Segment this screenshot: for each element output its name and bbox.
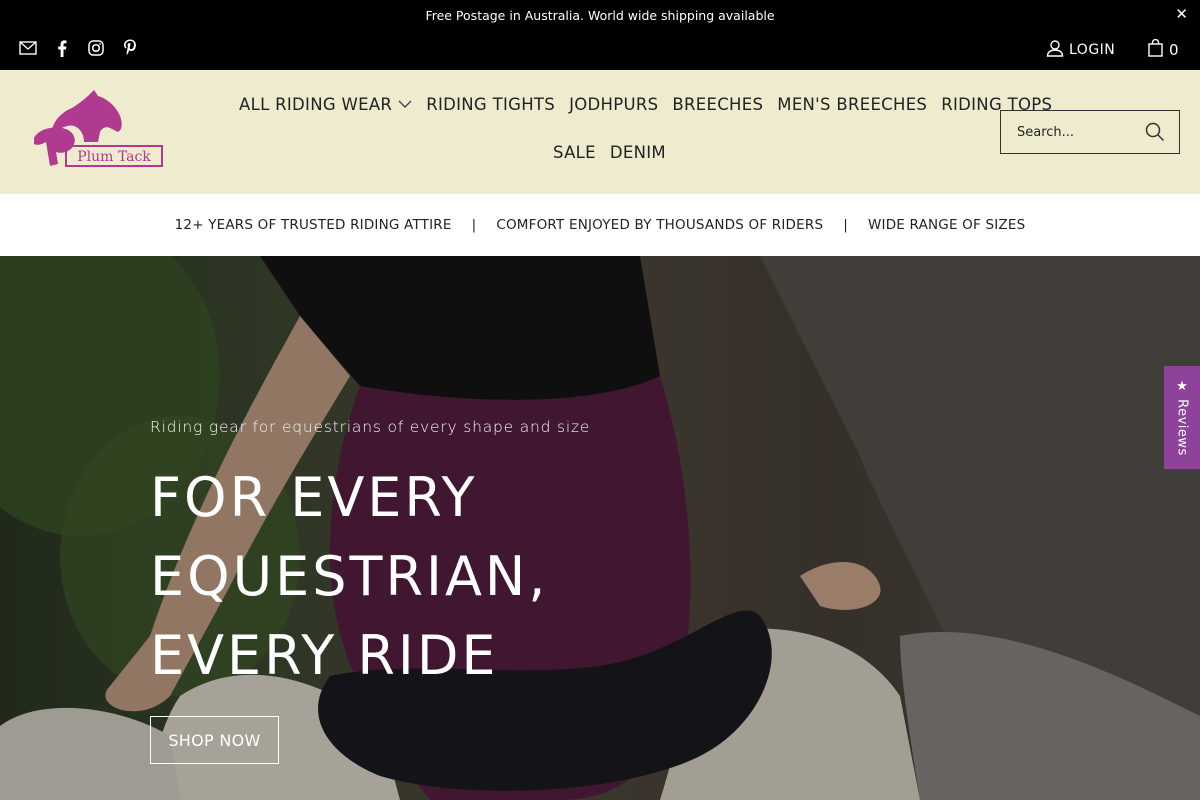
hero-title-line: EQUESTRIAN, bbox=[150, 545, 549, 608]
nav-label: JODHPURS bbox=[569, 95, 659, 114]
plum-tack-logo[interactable]: Plum Tack bbox=[28, 90, 168, 172]
cart-count: 0 bbox=[1169, 41, 1179, 59]
utility-bar: LOGIN 0 bbox=[0, 30, 1200, 70]
site-header: Plum Tack ALL RIDING WEAR RIDING TIGHTS … bbox=[0, 70, 1200, 194]
nav-all-riding-wear[interactable]: ALL RIDING WEAR bbox=[239, 95, 412, 114]
search-input[interactable] bbox=[1001, 124, 1137, 140]
logo-text: Plum Tack bbox=[77, 149, 151, 165]
trust-item: WIDE RANGE OF SIZES bbox=[867, 217, 1026, 233]
nav-sale[interactable]: SALE bbox=[553, 143, 596, 162]
hero-title-line: FOR EVERY bbox=[150, 466, 478, 529]
cart-link[interactable]: 0 bbox=[1148, 38, 1179, 61]
social-links bbox=[18, 38, 140, 58]
nav-breeches[interactable]: BREECHES bbox=[672, 95, 763, 114]
announcement-text: Free Postage in Australia. World wide sh… bbox=[425, 7, 775, 23]
shop-now-button[interactable]: SHOP NOW bbox=[150, 716, 279, 764]
search-box bbox=[1000, 110, 1180, 154]
nav-label: BREECHES bbox=[672, 95, 764, 114]
nav-denim[interactable]: DENIM bbox=[610, 143, 666, 162]
hero-subtitle: Riding gear for equestrians of every sha… bbox=[150, 418, 591, 436]
login-label: LOGIN bbox=[1069, 42, 1116, 58]
nav-jodhpurs[interactable]: JODHPURS bbox=[569, 95, 658, 114]
reviews-label: ★ Reviews bbox=[1174, 379, 1190, 456]
nav-label: ALL RIDING WEAR bbox=[239, 95, 393, 114]
nav-label: DENIM bbox=[609, 143, 666, 162]
announcement-bar: Free Postage in Australia. World wide sh… bbox=[0, 0, 1200, 30]
main-nav-row-2: SALE DENIM bbox=[553, 143, 680, 162]
email-icon[interactable] bbox=[18, 38, 38, 58]
nav-riding-tights[interactable]: RIDING TIGHTS bbox=[426, 95, 555, 114]
trust-bar: 12+ YEARS OF TRUSTED RIDING ATTIRE | COM… bbox=[0, 194, 1200, 256]
trust-item: COMFORT ENJOYED BY THOUSANDS OF RIDERS bbox=[496, 217, 824, 233]
trust-item: 12+ YEARS OF TRUSTED RIDING ATTIRE bbox=[174, 217, 452, 233]
hero-banner: Riding gear for equestrians of every sha… bbox=[0, 256, 1200, 800]
reviews-tab[interactable]: ★ Reviews bbox=[1164, 366, 1200, 469]
hero-title: FOR EVERY EQUESTRIAN, EVERY RIDE bbox=[150, 458, 548, 695]
chevron-down-icon bbox=[398, 100, 412, 109]
login-link[interactable]: LOGIN bbox=[1046, 39, 1115, 61]
facebook-icon[interactable] bbox=[52, 38, 72, 58]
instagram-icon[interactable] bbox=[86, 38, 106, 58]
search-icon[interactable] bbox=[1145, 122, 1165, 146]
nav-label: RIDING TIGHTS bbox=[426, 95, 556, 114]
nav-label: MEN'S BREECHES bbox=[777, 95, 928, 114]
trust-separator: | bbox=[471, 217, 477, 233]
main-nav-row-1: ALL RIDING WEAR RIDING TIGHTS JODHPURS B… bbox=[239, 95, 1066, 114]
shopping-bag-icon bbox=[1148, 38, 1163, 61]
trust-separator: | bbox=[843, 217, 848, 233]
pinterest-icon[interactable] bbox=[120, 38, 140, 58]
nav-label: SALE bbox=[553, 143, 596, 162]
user-icon bbox=[1046, 39, 1064, 61]
nav-mens-breeches[interactable]: MEN'S BREECHES bbox=[777, 95, 927, 114]
hero-title-line: EVERY RIDE bbox=[150, 624, 499, 687]
close-icon[interactable]: ✕ bbox=[1175, 6, 1188, 22]
